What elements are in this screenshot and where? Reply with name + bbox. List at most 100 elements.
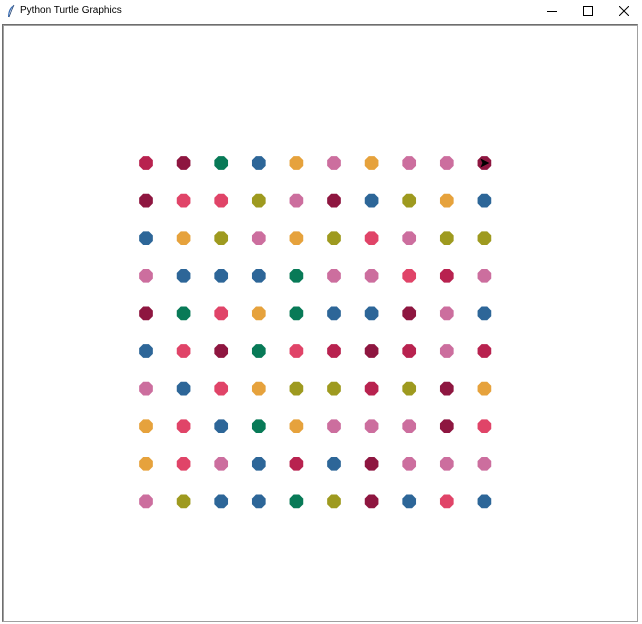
dot-r4-c7 (364, 268, 379, 283)
dot-r2-c9 (439, 193, 454, 208)
dot-r7-c7 (364, 381, 379, 396)
dot-r9-c10 (477, 456, 492, 471)
dot-r9-c6 (327, 456, 341, 471)
dot-r4-c5 (289, 268, 304, 283)
dot-r7-c4 (251, 381, 266, 396)
dot-r7-c5 (289, 381, 304, 396)
dot-r2-c3 (214, 193, 229, 208)
dot-r8-c3 (214, 419, 229, 434)
dot-r7-c9 (439, 381, 454, 396)
dot-r8-c9 (439, 419, 454, 434)
python-feather-icon (6, 4, 16, 18)
dot-r3-c1 (139, 231, 153, 246)
dot-r5-c1 (139, 306, 153, 321)
dot-r1-c2 (176, 156, 191, 170)
dot-r4-c2 (176, 268, 191, 283)
window-title: Python Turtle Graphics (20, 5, 122, 16)
dot-r5-c6 (327, 306, 341, 321)
turtle-canvas[interactable] (2, 24, 638, 622)
dot-r1-c9 (439, 156, 454, 170)
dot-r6-c9 (439, 344, 454, 358)
dot-r9-c8 (402, 456, 417, 471)
dot-r8-c7 (364, 419, 379, 434)
dot-r3-c2 (176, 231, 191, 246)
dot-r1-c3 (214, 156, 229, 170)
dot-r6-c4 (251, 344, 266, 358)
dot-r10-c9 (439, 494, 454, 509)
dot-r9-c2 (176, 456, 191, 471)
dot-r6-c7 (364, 344, 379, 358)
dot-r6-c6 (327, 344, 341, 358)
dot-r4-c10 (477, 268, 492, 283)
dot-r2-c1 (139, 193, 153, 208)
dot-r7-c8 (402, 381, 417, 396)
close-icon (619, 6, 629, 16)
dot-r10-c2 (176, 494, 191, 509)
dot-r1-c5 (289, 156, 304, 170)
dot-r8-c5 (289, 419, 304, 434)
dot-r1-c1 (139, 156, 153, 170)
dot-r9-c5 (289, 456, 304, 471)
dot-r2-c2 (176, 193, 191, 208)
dot-r9-c9 (439, 456, 454, 471)
dot-r4-c3 (214, 268, 229, 283)
dot-r6-c8 (402, 344, 417, 358)
dot-r8-c2 (176, 419, 191, 434)
dot-r6-c5 (289, 344, 304, 358)
dot-r10-c7 (364, 494, 379, 509)
dot-r7-c2 (176, 381, 191, 396)
dot-r4-c9 (439, 268, 454, 283)
dot-r10-c3 (214, 494, 229, 509)
dot-r10-c10 (477, 494, 492, 509)
dot-r2-c8 (402, 193, 417, 208)
dot-r1-c6 (327, 156, 341, 170)
title-bar[interactable]: Python Turtle Graphics (0, 0, 642, 22)
minimize-icon (547, 6, 557, 16)
dot-r2-c5 (289, 193, 304, 208)
dot-r6-c10 (477, 344, 492, 358)
dot-r10-c5 (289, 494, 304, 509)
dot-r3-c6 (327, 231, 341, 246)
dot-r9-c4 (251, 456, 266, 471)
dot-r4-c6 (327, 268, 341, 283)
dot-r9-c3 (214, 456, 229, 471)
dot-r2-c7 (364, 193, 379, 208)
dot-r3-c7 (364, 231, 379, 246)
dot-r1-c8 (402, 156, 417, 170)
dot-r9-c1 (139, 456, 153, 471)
maximize-button[interactable] (570, 0, 606, 22)
dot-r7-c3 (214, 381, 229, 396)
dot-r3-c4 (251, 231, 266, 246)
dot-r9-c7 (364, 456, 379, 471)
dot-r3-c10 (477, 231, 492, 246)
dot-r8-c8 (402, 419, 417, 434)
dot-r8-c10 (477, 419, 492, 434)
dot-r1-c7 (364, 156, 379, 170)
dot-r8-c4 (251, 419, 266, 434)
dot-r5-c4 (251, 306, 266, 321)
dot-r7-c6 (327, 381, 341, 396)
close-button[interactable] (606, 0, 642, 22)
dot-r6-c3 (214, 344, 229, 358)
dot-r6-c1 (139, 344, 153, 358)
dot-r10-c1 (139, 494, 153, 509)
dot-r5-c9 (439, 306, 454, 321)
dot-r5-c8 (402, 306, 417, 321)
minimize-button[interactable] (534, 0, 570, 22)
maximize-icon (583, 6, 593, 16)
dot-r8-c6 (327, 419, 341, 434)
dot-r6-c2 (176, 344, 191, 358)
dot-r4-c4 (251, 268, 266, 283)
dot-r2-c10 (477, 193, 492, 208)
dot-r5-c2 (176, 306, 191, 321)
dot-r10-c6 (327, 494, 341, 509)
dot-r5-c3 (214, 306, 229, 321)
turtle-window: Python Turtle Graphics (0, 0, 642, 624)
dot-r5-c10 (477, 306, 492, 321)
dot-r8-c1 (139, 419, 153, 434)
dot-r5-c5 (289, 306, 304, 321)
dot-r3-c5 (289, 231, 304, 246)
dot-r5-c7 (364, 306, 379, 321)
dot-r10-c4 (251, 494, 266, 509)
dot-r3-c8 (402, 231, 417, 246)
